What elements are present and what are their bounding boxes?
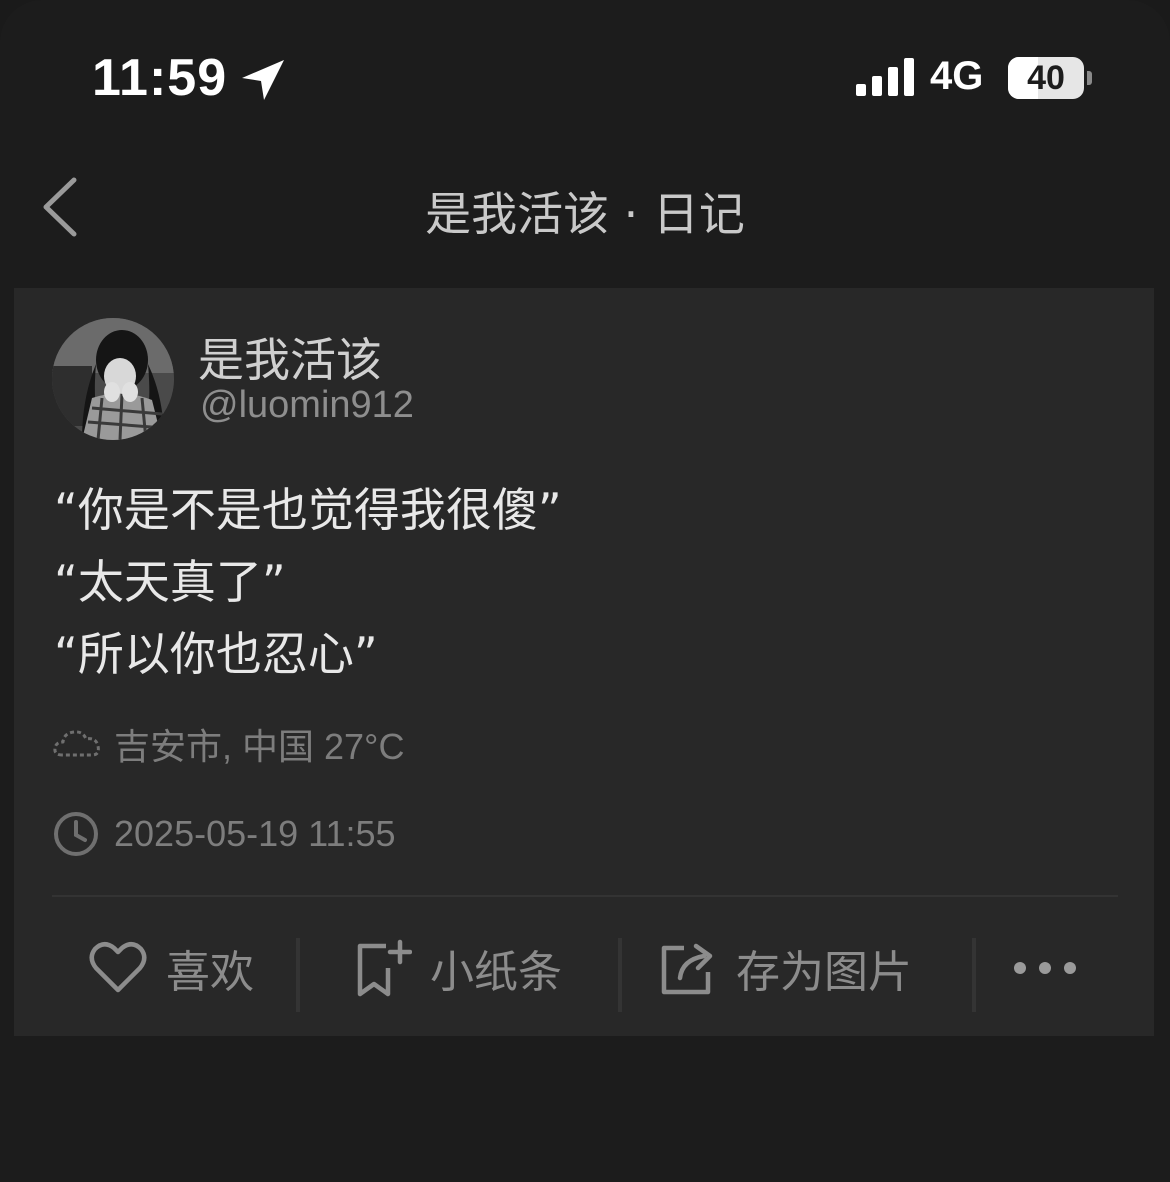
share-export-icon (661, 943, 713, 995)
screen: 11:59 4G 40 是我活该 · 日记 是我活该 @luomin912 “你… (0, 0, 1170, 1182)
author-handle: @luomin912 (200, 384, 414, 426)
post-line: “太天真了” (54, 555, 286, 609)
battery-cap (1087, 71, 1092, 85)
add-note-icon (357, 939, 412, 997)
more-button[interactable] (1010, 900, 1098, 1036)
more-dots-icon (1014, 962, 1076, 974)
diary-post-card: 是我活该 @luomin912 “你是不是也觉得我很傻” “太天真了” “所以你… (14, 288, 1154, 1036)
location-arrow-icon (242, 60, 284, 100)
note-label: 小纸条 (430, 947, 562, 998)
heart-icon (89, 942, 147, 993)
avatar-image (52, 318, 174, 440)
post-timestamp: 2025-05-19 11:55 (114, 813, 396, 854)
page-title: 是我活该 · 日记 (425, 187, 745, 241)
author-name[interactable]: 是我活该 (198, 324, 382, 390)
action-separator (972, 938, 976, 1012)
timestamp-row: 2025-05-19 11:55 (52, 810, 396, 858)
location-row: 吉安市, 中国 27°C (52, 720, 404, 768)
save-image-button[interactable]: 存为图片 (658, 900, 912, 1036)
save-image-label: 存为图片 (736, 947, 912, 998)
network-type: 4G (930, 54, 984, 98)
location-weather: 吉安市, 中国 27°C (114, 726, 405, 767)
cellular-signal-icon (856, 58, 914, 96)
cloud-icon (53, 730, 100, 757)
status-bar: 11:59 4G 40 (0, 0, 1170, 150)
like-button[interactable]: 喜欢 (88, 900, 254, 1036)
avatar[interactable] (52, 318, 174, 440)
status-time: 11:59 (92, 49, 228, 107)
battery-indicator: 40 (1008, 57, 1084, 99)
note-button[interactable]: 小纸条 (352, 900, 562, 1036)
action-separator (618, 938, 622, 1012)
divider (52, 895, 1118, 897)
post-content: “你是不是也觉得我很傻” “太天真了” “所以你也忍心” (54, 474, 1114, 690)
clock-icon (54, 812, 98, 856)
post-line: “你是不是也觉得我很傻” (54, 483, 562, 537)
action-bar: 喜欢 小纸条 存为图片 (14, 900, 1154, 1036)
battery-level: 40 (1027, 59, 1065, 97)
action-separator (296, 938, 300, 1012)
post-line: “所以你也忍心” (54, 627, 378, 681)
like-label: 喜欢 (166, 947, 254, 998)
